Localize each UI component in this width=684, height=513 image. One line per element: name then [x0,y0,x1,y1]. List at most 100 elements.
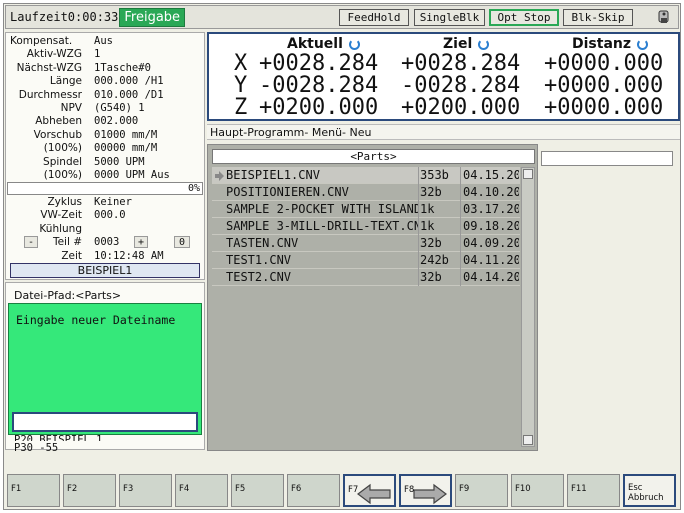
refresh-icon[interactable] [478,38,490,50]
new-filename-prompt: Eingabe neuer Dateiname [16,313,176,327]
refresh-icon[interactable] [637,38,649,50]
status-row: Durchmessr 010.000 /D1 [6,89,204,102]
fkey-7[interactable]: F7 [343,474,396,507]
file-row[interactable]: SAMPLE 3-MILL-DRILL-TEXT.CNV1k 09.18.2013 [212,218,520,235]
freigabe-badge[interactable]: Freigabe [119,7,186,27]
fkey-4[interactable]: F4 [175,474,228,507]
fkey-10[interactable]: F10 [511,474,564,507]
feedhold-button[interactable]: FeedHold [339,9,409,26]
status-label: Abheben [35,115,82,128]
zeit-value: 10:12:48 AM [94,250,164,262]
file-size: 1k [420,202,435,216]
file-row[interactable]: TEST2.CNV 32b 04.14.2014 [212,269,520,286]
file-name: TEST2.CNV [226,270,292,284]
runtime-display: Laufzeit0:00:33 [10,10,119,24]
zyklus-label: Zyklus [47,196,82,208]
machine-icon[interactable] [656,9,672,25]
selected-arrow-icon [215,171,224,181]
dro-aktuell-x: +0028.284 [259,51,379,76]
teil-minus-button[interactable]: - [24,236,38,248]
status-label: Spindel [43,155,82,168]
fkey-label: F3 [123,484,134,494]
status-value: 00000 mm/M [94,142,158,155]
teil-value: 0003 [94,236,120,248]
file-name: TEST1.CNV [226,253,292,267]
file-row[interactable]: TASTEN.CNV 32b 04.09.2014 [212,235,520,252]
status-row: Kompensat. Aus [6,35,204,48]
file-name: BEISPIEL1.CNV [226,168,320,182]
status-row: Aktiv-WZG 1 [6,48,204,61]
fkey-label: F1 [11,484,22,494]
dro-axis-x: X [234,51,248,76]
teil-label: Teil # [52,236,82,248]
fkey-8[interactable]: F8 [399,474,452,507]
file-size: 1k [420,219,435,233]
status-row: Nächst-WZG 1Tasche#0 [6,62,204,75]
file-date: 03.17.2014 [463,202,519,216]
teil-plus-button[interactable]: + [134,236,148,248]
distanz-header: Distanz [572,36,649,52]
status-row: Vorschub 01000 mm/M [6,129,204,142]
optstop-button[interactable]: Opt Stop [489,9,559,26]
status-value: 5000 UPM [94,155,145,168]
dro-aktuell-y: -0028.284 [259,73,379,98]
status-value: 1Tasche#0 [94,61,151,74]
file-size: 242b [420,253,449,267]
status-label: Kompensat. [10,35,73,47]
file-row[interactable]: POSITIONIEREN.CNV 32b 04.10.2014 [212,184,520,201]
fkey-label: F9 [459,484,470,494]
dro-distanz-y: +0000.000 [544,73,664,98]
refresh-icon[interactable] [348,38,360,50]
status-value: 0000 UPM Aus [94,169,170,181]
status-row: NPV (G540) 1 [6,102,204,115]
new-filename-input[interactable] [12,412,198,432]
status-row: (100%) 0000 UPM Aus [6,169,204,182]
status-value: 000.000 /H1 [94,75,164,88]
fkey-9[interactable]: F9 [455,474,508,507]
scroll-thumb[interactable] [523,169,533,179]
arrow-left-icon [357,483,391,505]
file-row[interactable]: BEISPIEL1.CNV 353b 04.15.2014 [212,167,520,184]
program-progress-bar: 0% [7,182,203,195]
singleblk-button[interactable]: SingleBlk [414,9,485,26]
aktuell-header: Aktuell [287,36,360,52]
fkey-label: F4 [179,484,190,494]
fkey-1[interactable]: F1 [7,474,60,507]
fkey-label: F11 [571,484,587,494]
fkey-2[interactable]: F2 [63,474,116,507]
dro-aktuell-z: +0200.000 [259,95,379,120]
fkey-11[interactable]: F11 [567,474,620,507]
fkey-6[interactable]: F6 [287,474,340,507]
ziel-header: Ziel [443,36,490,52]
dro-distanz-x: +0000.000 [544,51,664,76]
vwzeit-label: VW-Zeit [40,209,82,221]
dro-ziel-z: +0200.000 [401,95,521,120]
current-program-name: BEISPIEL1 [10,263,200,278]
file-date: 04.10.2014 [463,185,519,199]
status-value: 01000 mm/M [94,128,158,141]
status-label: Länge [49,75,82,88]
fkey-5[interactable]: F5 [231,474,284,507]
fkey-label: F7 [348,485,359,495]
dro-ziel-y: -0028.284 [401,73,521,98]
program-line: P20 BEISPIEL 1 [14,435,103,441]
menu-breadcrumb: Haupt-Programm- Menü- Neu [207,124,680,140]
status-value: Aus [94,35,113,47]
fkey-3[interactable]: F3 [119,474,172,507]
file-date: 04.14.2014 [463,270,519,284]
file-name: SAMPLE 3-MILL-DRILL-TEXT.CNV [226,219,418,233]
vwzeit-value: 000.0 [94,209,126,221]
fkey-label: F5 [235,484,246,494]
file-date: 04.15.2014 [463,168,519,182]
zeit-label: Zeit [61,250,82,262]
file-list-scrollbar[interactable] [521,167,535,447]
file-size: 32b [420,270,442,284]
fkey-12[interactable]: Esc Abbruch [623,474,676,507]
folder-header[interactable]: <Parts> [212,149,535,164]
arrow-right-icon [413,483,447,505]
file-row[interactable]: TEST1.CNV 242b 04.11.2014 [212,252,520,269]
file-row[interactable]: SAMPLE 2-POCKET WITH ISLAND.CNV1k 03.17.2… [212,201,520,218]
scroll-down-arrow[interactable] [523,435,533,445]
blkskip-button[interactable]: Blk-Skip [563,9,633,26]
status-row: Spindel 5000 UPM [6,156,204,169]
